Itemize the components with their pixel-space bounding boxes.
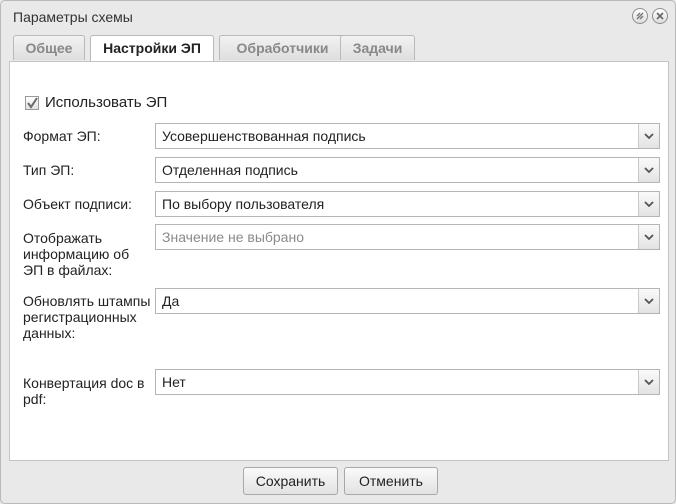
- update-value: Да: [162, 293, 180, 309]
- use-ep-label: Использовать ЭП: [45, 94, 168, 111]
- tab-tasks[interactable]: Задачи: [340, 35, 415, 60]
- convert-select[interactable]: Нет: [155, 369, 660, 395]
- format-value: Усовершенствованная подпись: [162, 128, 366, 144]
- type-dropdown-button[interactable]: [638, 158, 659, 182]
- type-select[interactable]: Отделенная подпись: [155, 157, 660, 183]
- update-label: Обновлять штампы регистрационных данных:: [23, 293, 151, 341]
- dialog-title: Параметры схемы: [13, 9, 133, 25]
- chevron-down-icon: [644, 167, 654, 173]
- collapse-button[interactable]: [632, 8, 648, 24]
- cancel-button[interactable]: Отменить: [344, 467, 438, 495]
- close-button[interactable]: [652, 8, 668, 24]
- chevron-down-icon: [644, 298, 654, 304]
- format-label: Формат ЭП:: [23, 128, 101, 144]
- close-icon: [656, 12, 664, 20]
- save-button[interactable]: Сохранить: [243, 467, 338, 495]
- chevron-down-icon: [644, 234, 654, 240]
- display-dropdown-button[interactable]: [638, 225, 659, 249]
- collapse-icon: [636, 12, 644, 20]
- tab-ep-settings[interactable]: Настройки ЭП: [90, 35, 214, 61]
- object-label: Объект подписи:: [23, 196, 132, 212]
- display-placeholder: Значение не выбрано: [162, 229, 304, 245]
- tab-general[interactable]: Общее: [13, 35, 85, 60]
- type-label: Тип ЭП:: [23, 162, 75, 178]
- display-label: Отображать информацию об ЭП в файлах:: [23, 230, 130, 278]
- convert-value: Нет: [162, 374, 186, 390]
- chevron-down-icon: [644, 201, 654, 207]
- convert-dropdown-button[interactable]: [638, 370, 659, 394]
- object-select[interactable]: По выбору пользователя: [155, 191, 660, 217]
- format-select[interactable]: Усовершенствованная подпись: [155, 123, 660, 149]
- update-select[interactable]: Да: [155, 288, 660, 314]
- chevron-down-icon: [644, 133, 654, 139]
- object-dropdown-button[interactable]: [638, 192, 659, 216]
- chevron-down-icon: [644, 379, 654, 385]
- update-dropdown-button[interactable]: [638, 289, 659, 313]
- convert-label: Конвертация doc в pdf:: [23, 375, 145, 407]
- tab-handlers[interactable]: Обработчики: [219, 35, 346, 60]
- use-ep-checkbox[interactable]: [25, 96, 39, 110]
- type-value: Отделенная подпись: [162, 162, 298, 178]
- ep-settings-panel: Использовать ЭП Формат ЭП: Усовершенство…: [9, 61, 669, 461]
- object-value: По выбору пользователя: [162, 196, 325, 212]
- scheme-parameters-dialog: Параметры схемы Общее Настройки ЭП Обраб…: [0, 0, 676, 504]
- checkmark-icon: [27, 97, 38, 109]
- display-select[interactable]: Значение не выбрано: [155, 224, 660, 250]
- format-dropdown-button[interactable]: [638, 124, 659, 148]
- title-bar[interactable]: Параметры схемы: [1, 1, 675, 33]
